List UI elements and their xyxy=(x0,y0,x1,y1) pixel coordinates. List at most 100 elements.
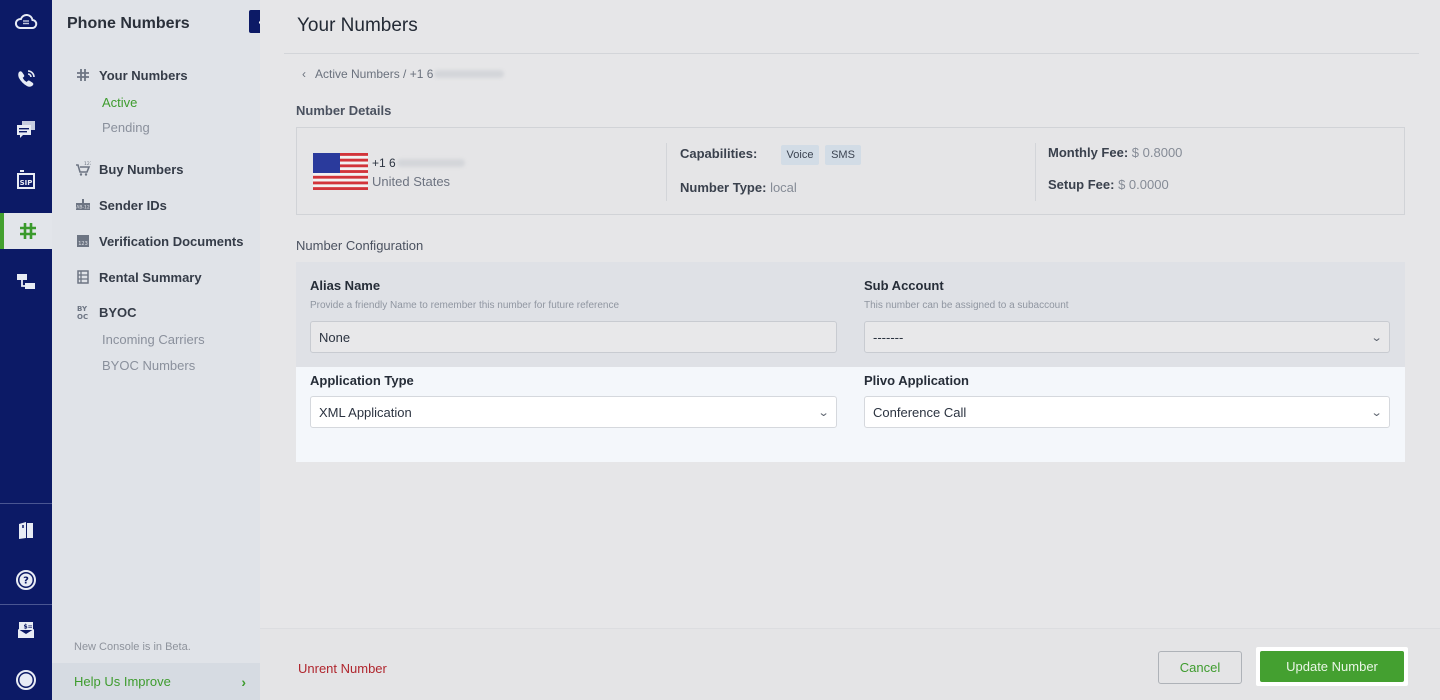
setup-fee: Setup Fee: $ 0.0000 xyxy=(1048,177,1169,192)
sidebar-item-byoc[interactable]: BY OC BYOC xyxy=(74,304,137,321)
sidebar-subitem-incoming-carriers[interactable]: Incoming Carriers xyxy=(102,332,205,347)
plivo-application-select[interactable]: Conference Call ⌄ xyxy=(864,396,1390,428)
hash-icon xyxy=(74,67,92,83)
application-type-value: XML Application xyxy=(319,404,412,420)
number-type-value: local xyxy=(770,180,797,195)
cart-icon: 123 xyxy=(74,161,92,177)
application-type-label: Application Type xyxy=(310,373,414,388)
capability-badge-voice: Voice xyxy=(780,145,820,165)
svg-text:AB-12: AB-12 xyxy=(76,205,90,211)
sidebar-subitem-active[interactable]: Active xyxy=(102,95,137,110)
breadcrumb-parent[interactable]: Active Numbers xyxy=(315,67,400,81)
sip-trunking-icon: SIP xyxy=(17,170,35,189)
plivo-application-label: Plivo Application xyxy=(864,373,969,388)
rail-docs[interactable] xyxy=(0,512,52,548)
number-details-heading: Number Details xyxy=(296,103,392,118)
number-type-label: Number Type: xyxy=(680,180,767,195)
sidebar-item-your-numbers[interactable]: Your Numbers xyxy=(74,67,188,83)
sidebar-item-verification-documents[interactable]: 123 Verification Documents xyxy=(74,233,243,249)
rail-messaging[interactable] xyxy=(0,111,52,147)
table-icon xyxy=(74,269,92,285)
voice-call-icon xyxy=(18,70,35,87)
update-number-button[interactable]: Update Number xyxy=(1260,651,1404,682)
chevron-left-icon: ‹ xyxy=(302,67,306,81)
breadcrumb[interactable]: ‹ Active Numbers / +1 6 xyxy=(302,67,505,81)
billing-envelope-icon: $= xyxy=(18,622,34,638)
sidebar-item-sender-ids[interactable]: AB-12 Sender IDs xyxy=(74,197,167,213)
sidebar-item-label: BYOC xyxy=(99,304,137,320)
unrent-number-button[interactable]: Unrent Number xyxy=(298,661,387,676)
action-footer: Unrent Number Cancel Update Number xyxy=(260,628,1440,700)
sidebar-item-buy-numbers[interactable]: 123 Buy Numbers xyxy=(74,161,184,177)
number-configuration-heading: Number Configuration xyxy=(296,238,424,253)
sidebar-item-label: Verification Documents xyxy=(99,233,244,249)
alias-name-label: Alias Name xyxy=(310,278,381,293)
svg-text:BY: BY xyxy=(77,305,88,313)
docs-book-icon xyxy=(19,522,33,539)
rail-account[interactable] xyxy=(0,662,52,698)
rail-sip[interactable]: SIP xyxy=(0,162,52,198)
flow-builder-icon xyxy=(17,274,35,289)
sidebar-item-rental-summary[interactable]: Rental Summary xyxy=(74,269,202,285)
rail-divider xyxy=(0,604,52,605)
number-type: Number Type: local xyxy=(680,180,797,195)
breadcrumb-separator: / xyxy=(399,67,410,81)
sidebar-item-label: Buy Numbers xyxy=(99,161,184,177)
page-title: Your Numbers xyxy=(297,15,418,36)
redacted-number xyxy=(396,159,465,167)
help-us-improve-link[interactable]: Help Us Improve › xyxy=(52,663,260,700)
alias-name-value: None xyxy=(319,329,351,345)
rail-billing[interactable]: $= xyxy=(0,612,52,648)
sidebar-subitem-pending[interactable]: Pending xyxy=(102,120,150,135)
svg-text:$=: $= xyxy=(24,624,33,631)
sidebar-item-label: Rental Summary xyxy=(99,269,202,285)
svg-text:?: ? xyxy=(23,576,29,587)
alias-name-help: Provide a friendly Name to remember this… xyxy=(310,300,620,311)
alias-name-input[interactable]: None xyxy=(310,321,837,353)
country: United States xyxy=(372,174,451,189)
number-details-card: +1 6 United States Capabilities: Voice S… xyxy=(296,127,1405,215)
plivo-application-value: Conference Call xyxy=(873,404,967,420)
setup-fee-value: $ 0.0000 xyxy=(1118,177,1169,192)
breadcrumb-current: +1 6 xyxy=(409,67,434,81)
sub-account-help: This number can be assigned to a subacco… xyxy=(864,300,1069,311)
cancel-button[interactable]: Cancel xyxy=(1158,651,1242,684)
svg-text:OC: OC xyxy=(77,313,88,320)
divider xyxy=(1035,143,1036,201)
sub-account-select[interactable]: ------- ⌄ xyxy=(864,321,1390,353)
chevron-down-icon: ⌄ xyxy=(1370,406,1383,419)
sidebar-item-label: Your Numbers xyxy=(99,67,188,83)
application-type-select[interactable]: XML Application ⌄ xyxy=(310,396,837,428)
account-circle-icon xyxy=(16,670,36,690)
monthly-fee-label: Monthly Fee: xyxy=(1048,145,1129,160)
icon-rail: SIP ? $= xyxy=(0,0,52,700)
beta-note: New Console is in Beta. xyxy=(74,641,191,653)
chevron-right-icon: › xyxy=(241,673,246,690)
sidebar-title: Phone Numbers xyxy=(67,15,190,32)
svg-text:123: 123 xyxy=(84,161,91,167)
phone-numbers-hash-icon xyxy=(20,223,36,239)
sidebar-subitem-byoc-numbers[interactable]: BYOC Numbers xyxy=(102,358,195,373)
help-label: Help Us Improve xyxy=(74,674,171,689)
rail-help[interactable]: ? xyxy=(0,562,52,598)
title-divider xyxy=(284,53,1419,54)
sub-account-label: Sub Account xyxy=(864,278,944,293)
rail-flow[interactable] xyxy=(0,263,52,299)
rail-voice[interactable] xyxy=(0,61,52,97)
divider xyxy=(666,143,667,201)
rail-divider xyxy=(0,503,52,504)
monthly-fee: Monthly Fee: $ 0.8000 xyxy=(1048,145,1182,160)
rail-home[interactable] xyxy=(0,4,52,40)
sub-account-value: ------- xyxy=(873,329,904,345)
chevron-down-icon: ⌄ xyxy=(817,406,830,419)
redacted-number xyxy=(434,70,505,78)
us-flag-icon xyxy=(313,153,368,190)
capabilities-label: Capabilities: xyxy=(680,146,758,161)
svg-text:SIP: SIP xyxy=(20,179,33,187)
rail-phone-numbers[interactable] xyxy=(0,213,52,249)
sender-id-icon: AB-12 xyxy=(74,197,92,213)
byoc-icon: BY OC xyxy=(74,304,92,320)
cloud-dialpad-icon xyxy=(14,13,38,29)
main-content: Your Numbers ‹ Active Numbers / +1 6 Num… xyxy=(260,0,1440,700)
messaging-icon xyxy=(17,121,35,138)
